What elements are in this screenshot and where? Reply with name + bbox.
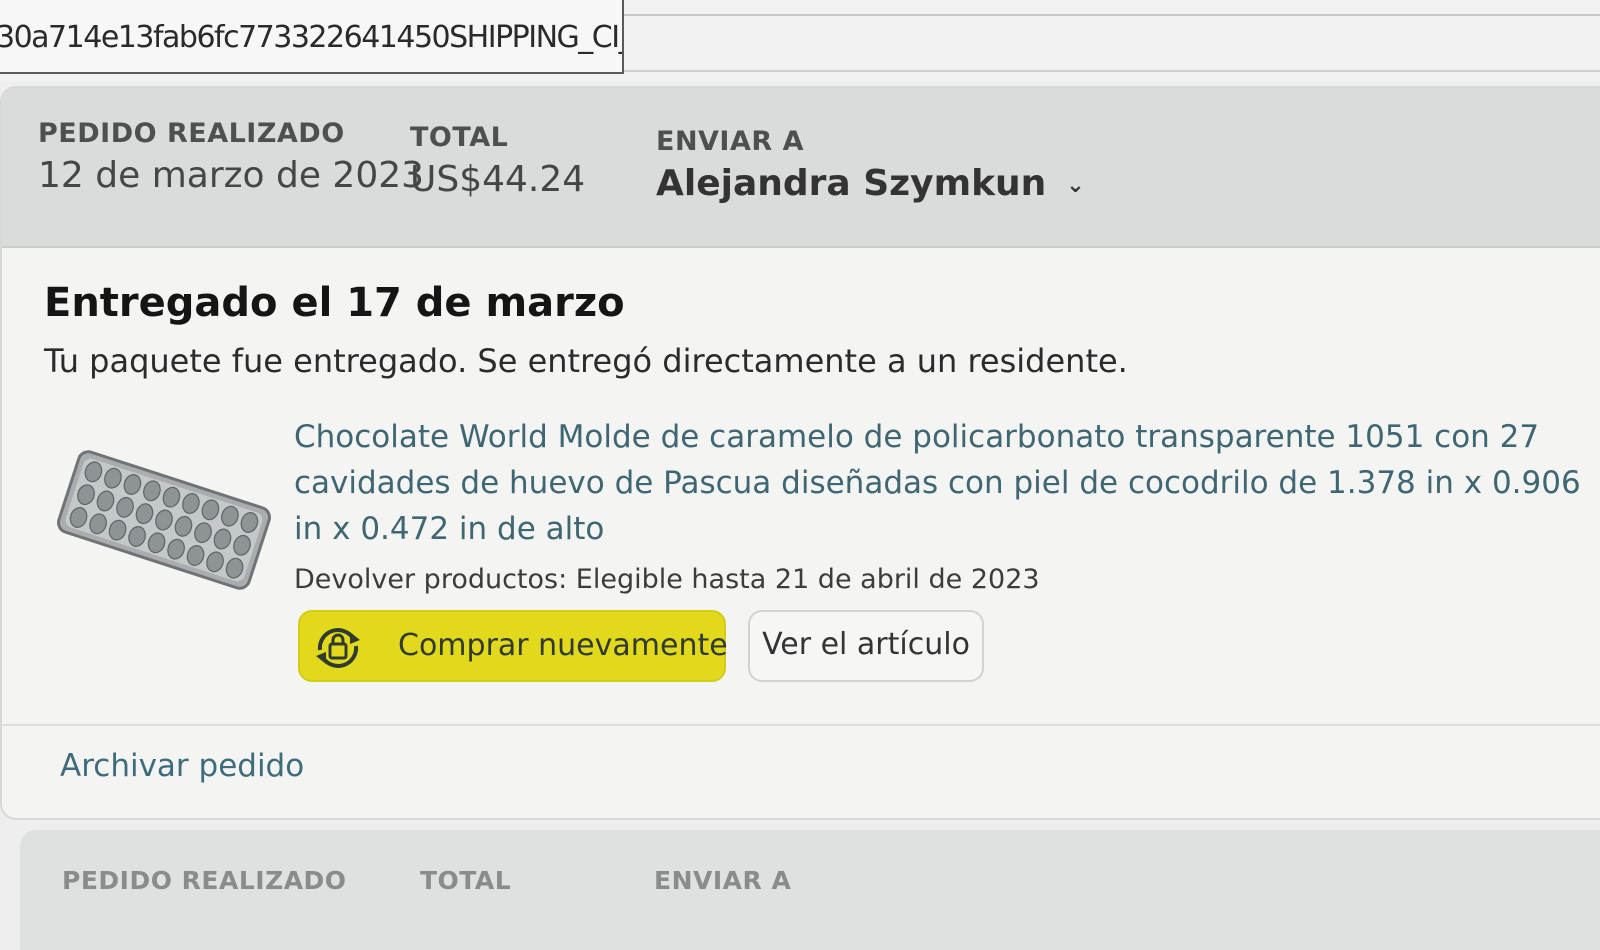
product-image[interactable]	[50, 440, 278, 600]
order-total-column: TOTAL US$44.24	[410, 122, 585, 200]
order-header: PEDIDO REALIZADO 12 de marzo de 2023 TOT…	[2, 88, 1600, 248]
order-placed-date: 12 de marzo de 2023	[38, 155, 425, 196]
top-divider	[620, 70, 1600, 72]
ship-to-column: ENVIAR A Alejandra Szymkun ⌄	[656, 126, 1085, 204]
next-order-ship-to-label: ENVIAR A	[654, 866, 792, 895]
archive-order-link[interactable]: Archivar pedido	[60, 748, 304, 784]
order-card: PEDIDO REALIZADO 12 de marzo de 2023 TOT…	[0, 86, 1600, 820]
product-title-link[interactable]: Chocolate World Molde de caramelo de pol…	[294, 414, 1594, 552]
next-order-card: PEDIDO REALIZADO TOTAL ENVIAR A	[20, 830, 1600, 950]
next-order-placed-label: PEDIDO REALIZADO	[62, 866, 347, 895]
view-item-button[interactable]: Ver el artículo	[748, 610, 984, 682]
order-total-label: TOTAL	[410, 122, 509, 153]
ship-to-dropdown[interactable]: Alejandra Szymkun ⌄	[656, 163, 1085, 204]
next-order-total-label: TOTAL	[420, 866, 512, 895]
buy-again-button[interactable]: Comprar nuevamente	[298, 610, 728, 682]
top-bar: 30a714e13fab6fc773322641450SHIPPING_CI_P	[0, 0, 1600, 82]
ship-to-label: ENVIAR A	[656, 126, 804, 157]
top-divider	[620, 14, 1600, 16]
return-eligibility: Devolver productos: Elegible hasta 21 de…	[294, 564, 1040, 595]
delivery-status-title: Entregado el 17 de marzo	[44, 280, 625, 326]
order-placed-label: PEDIDO REALIZADO	[38, 118, 345, 149]
order-reference-field[interactable]: 30a714e13fab6fc773322641450SHIPPING_CI_P	[0, 0, 624, 74]
delivery-status-subtitle: Tu paquete fue entregado. Se entregó dir…	[44, 342, 1128, 380]
ship-to-name: Alejandra Szymkun	[656, 163, 1047, 204]
buy-again-label: Comprar nuevamente	[398, 628, 728, 663]
card-divider	[2, 724, 1600, 726]
buy-again-icon	[316, 628, 360, 668]
chevron-down-icon: ⌄	[1066, 172, 1085, 198]
order-placed-column: PEDIDO REALIZADO 12 de marzo de 2023	[38, 118, 424, 196]
order-total-value: US$44.24	[410, 159, 586, 200]
